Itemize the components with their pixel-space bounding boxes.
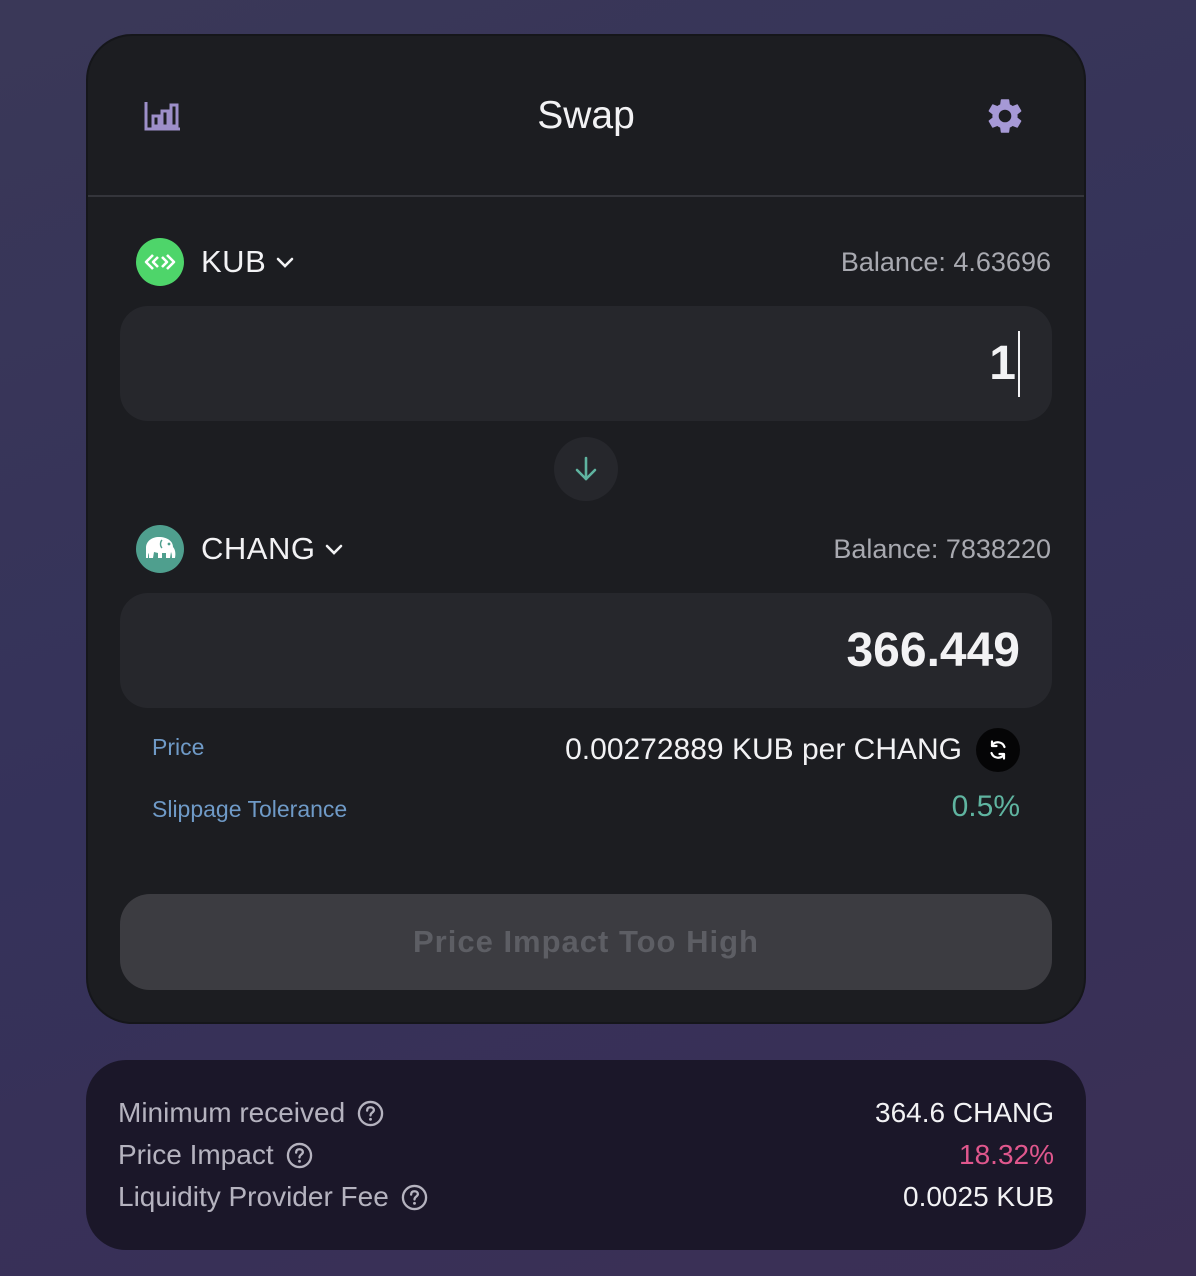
chang-logo-icon <box>136 525 184 573</box>
switch-direction-button[interactable] <box>554 437 618 501</box>
from-balance: Balance: 4.63696 <box>840 247 1051 277</box>
from-amount-value: 1 <box>989 337 1016 390</box>
page-title: Swap <box>537 94 635 137</box>
swap-card: Swap KUB Balance: 4.63696 1 CHANG Balanc… <box>88 36 1084 1022</box>
slippage-row: Slippage Tolerance 0.5% <box>152 788 1020 832</box>
refresh-price-icon[interactable] <box>976 728 1020 772</box>
price-row: Price 0.00272889 KUB per CHANG <box>152 726 1020 772</box>
min-received-value: 364.6 CHANG <box>875 1097 1054 1128</box>
from-token-selector[interactable]: KUB <box>136 237 296 287</box>
to-amount-field[interactable]: 366.449 <box>120 593 1052 708</box>
slippage-label: Slippage Tolerance <box>152 796 348 822</box>
to-token-row: CHANG Balance: 7838220 <box>136 524 1051 574</box>
help-icon[interactable] <box>401 1184 428 1211</box>
swap-header: Swap <box>88 36 1084 197</box>
detail-row-min-received: Minimum received 364.6 CHANG <box>118 1095 1054 1131</box>
slippage-value[interactable]: 0.5% <box>952 790 1020 824</box>
to-token-name: CHANG <box>201 531 316 566</box>
lp-fee-value: 0.0025 KUB <box>903 1181 1054 1212</box>
kub-logo-icon <box>136 238 184 286</box>
lp-fee-label: Liquidity Provider Fee <box>118 1181 389 1212</box>
to-amount-value: 366.449 <box>846 624 1020 677</box>
chevron-down-icon <box>276 257 294 268</box>
min-received-label-group: Minimum received <box>118 1097 384 1129</box>
from-amount-input[interactable]: 1 <box>989 306 1020 421</box>
help-icon[interactable] <box>286 1142 313 1169</box>
swap-details-panel: Minimum received 364.6 CHANG Price Impac… <box>86 1060 1086 1250</box>
price-value-group: 0.00272889 KUB per CHANG <box>565 728 1020 772</box>
arrow-down-icon <box>575 456 597 481</box>
help-icon[interactable] <box>357 1100 384 1127</box>
from-amount-field[interactable]: 1 <box>120 306 1052 421</box>
from-token-name: KUB <box>201 244 267 279</box>
text-caret <box>1018 330 1020 397</box>
to-amount-input[interactable]: 366.449 <box>846 593 1020 708</box>
gear-icon[interactable] <box>984 95 1026 137</box>
price-impact-label: Price Impact <box>118 1139 274 1170</box>
swap-action-button[interactable]: Price Impact Too High <box>120 894 1052 990</box>
from-token-row: KUB Balance: 4.63696 <box>136 237 1051 287</box>
price-impact-label-group: Price Impact <box>118 1139 313 1171</box>
price-value: 0.00272889 KUB per CHANG <box>565 733 962 766</box>
min-received-label: Minimum received <box>118 1097 346 1128</box>
lp-fee-label-group: Liquidity Provider Fee <box>118 1181 428 1213</box>
price-impact-value: 18.32% <box>959 1139 1054 1170</box>
chevron-down-icon <box>326 544 343 555</box>
price-label: Price <box>152 734 205 760</box>
detail-row-lp-fee: Liquidity Provider Fee 0.0025 KUB <box>118 1179 1054 1215</box>
detail-row-price-impact: Price Impact 18.32% <box>118 1137 1054 1173</box>
to-token-selector[interactable]: CHANG <box>136 524 345 574</box>
to-balance: Balance: 7838220 <box>833 534 1051 564</box>
